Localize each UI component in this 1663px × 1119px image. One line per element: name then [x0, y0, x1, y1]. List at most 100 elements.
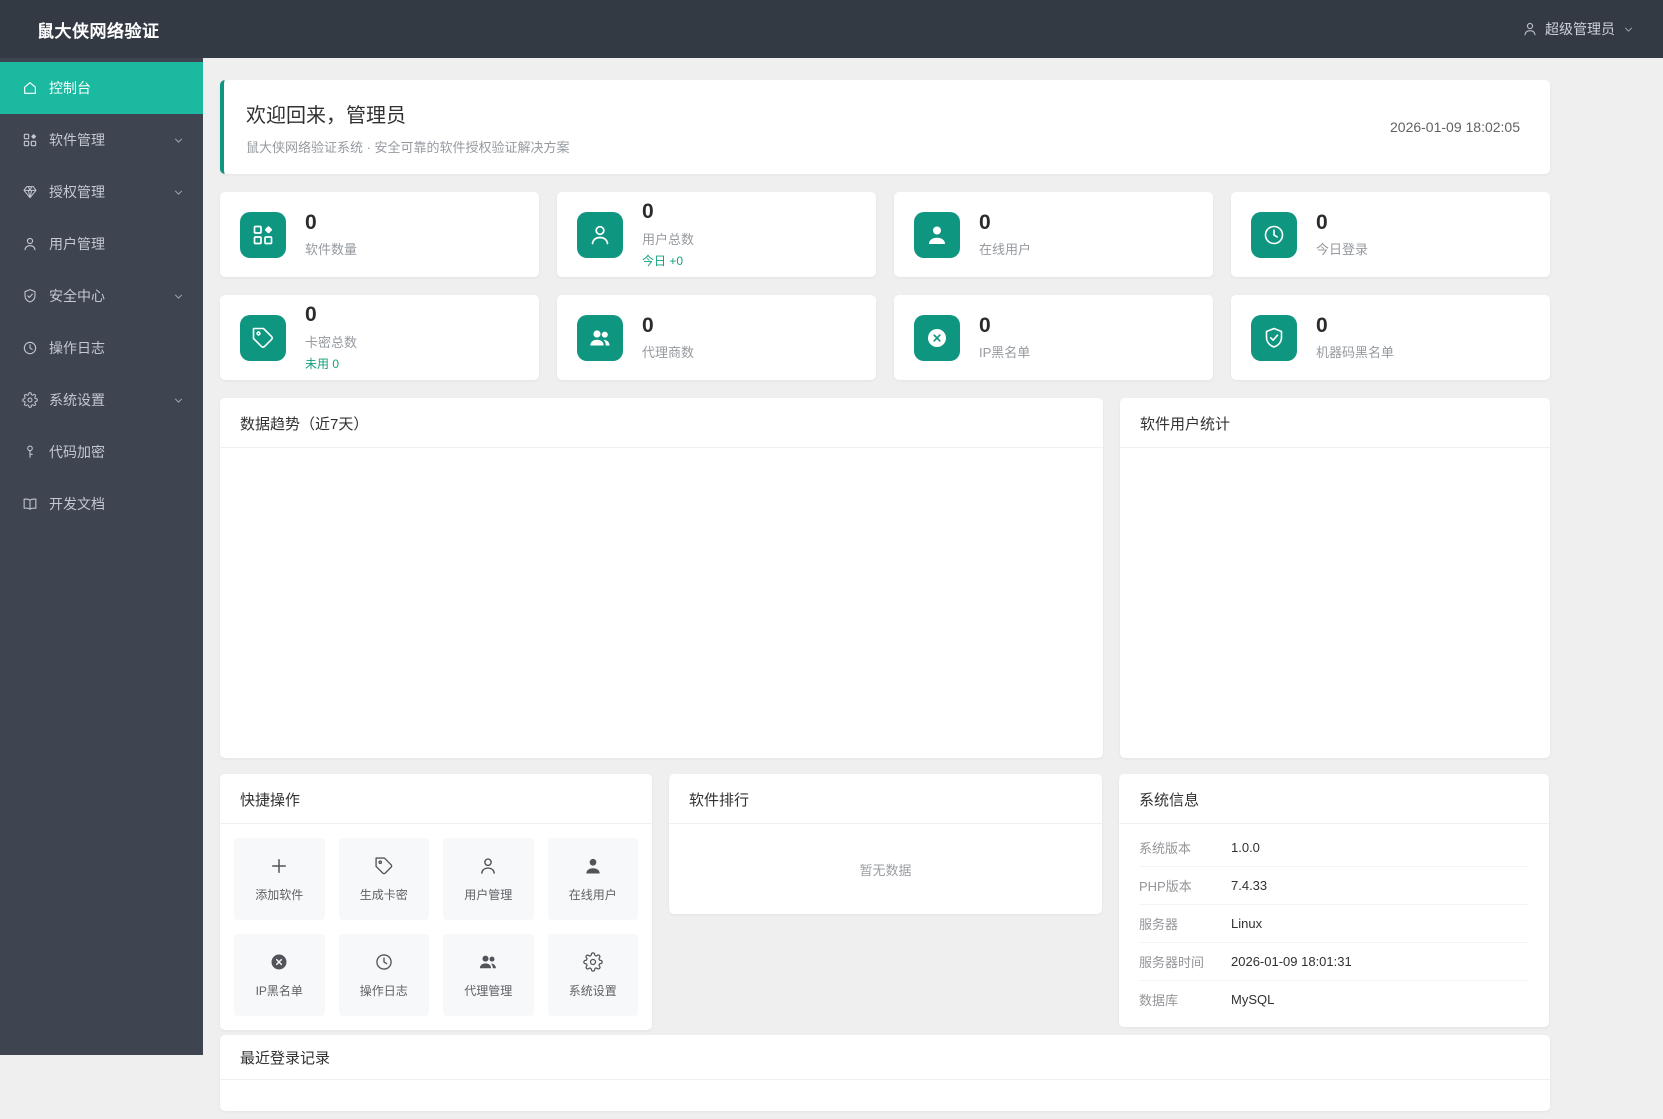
sidebar-item-software[interactable]: 软件管理: [0, 114, 203, 166]
user-menu[interactable]: 超级管理员: [1522, 19, 1663, 39]
system-info-value: MySQL: [1231, 992, 1275, 1007]
quick-actions-panel: 快捷操作 添加软件 生成卡密 用户管理 在线用户 IP黑名单 操作日志 代理管理…: [220, 774, 652, 1030]
user-icon: [588, 223, 612, 247]
sidebar-item-logs[interactable]: 操作日志: [0, 322, 203, 374]
current-timestamp: 2026-01-09 18:02:05: [1390, 119, 1520, 135]
stat-label: 卡密总数: [305, 334, 358, 350]
clock-icon: [374, 952, 394, 972]
user-icon: [1522, 21, 1538, 37]
apps-icon: [22, 132, 38, 148]
apps-icon: [251, 223, 275, 247]
stat-card-total-users: 0 用户总数 今日 +0: [557, 192, 876, 277]
clock-icon: [1262, 223, 1286, 247]
stat-icon-tile: [240, 211, 286, 258]
stat-card-card-keys: 0 卡密总数 未用 0: [220, 295, 539, 380]
shield-check-icon: [22, 288, 38, 304]
system-info-row: 数据库 MySQL: [1139, 981, 1529, 1018]
quick-action-label: 系统设置: [568, 983, 617, 998]
stat-label: IP黑名单: [979, 345, 1031, 361]
quick-action-label: 用户管理: [464, 887, 513, 902]
system-info-value: 1.0.0: [1231, 840, 1260, 855]
system-info-row: 服务器时间 2026-01-09 18:01:31: [1139, 943, 1529, 981]
sidebar-item-docs[interactable]: 开发文档: [0, 478, 203, 530]
sidebar-item-encryption[interactable]: 代码加密: [0, 426, 203, 478]
quick-action-operation-logs[interactable]: 操作日志: [338, 934, 429, 1016]
sidebar: 控制台 软件管理 授权管理 用户管理 安全中心 操作日志 系统设置 代码加密 开…: [0, 58, 203, 1055]
stat-value: 0: [979, 210, 991, 234]
gear-icon: [583, 952, 603, 972]
stat-sub-label: 今日 +0: [642, 253, 684, 268]
stat-icon-tile: [240, 314, 286, 361]
system-info-label: 服务器时间: [1139, 955, 1205, 970]
stat-value: 0: [1316, 210, 1328, 234]
user-filled-icon: [925, 223, 949, 247]
software-user-chart-panel: 软件用户统计: [1120, 398, 1550, 758]
key-icon: [22, 444, 38, 460]
chevron-down-icon: [172, 290, 185, 303]
sidebar-item-users[interactable]: 用户管理: [0, 218, 203, 270]
trend-chart-area: [220, 448, 1103, 760]
system-info-panel: 系统信息 系统版本 1.0.0 PHP版本 7.4.33 服务器 Linux 服…: [1119, 774, 1549, 1027]
stat-label: 今日登录: [1316, 242, 1369, 258]
stat-icon-tile: [1251, 314, 1297, 361]
x-circle-icon: [925, 326, 949, 350]
quick-action-user-management[interactable]: 用户管理: [443, 838, 534, 920]
trend-chart-title: 数据趋势（近7天）: [220, 398, 1103, 448]
sidebar-item-security[interactable]: 安全中心: [0, 270, 203, 322]
recent-logins-panel: 最近登录记录: [220, 1035, 1550, 1111]
stat-icon-tile: [1251, 211, 1297, 258]
system-info-label: 服务器: [1139, 917, 1179, 932]
stat-icon-tile: [914, 211, 960, 258]
stat-icon-tile: [914, 314, 960, 361]
system-info-label: 系统版本: [1139, 841, 1192, 856]
stat-value: 0: [979, 313, 991, 337]
welcome-card: 欢迎回来，管理员 鼠大侠网络验证系统 · 安全可靠的软件授权验证解决方案 202…: [220, 80, 1550, 174]
sidebar-item-dashboard[interactable]: 控制台: [0, 62, 203, 114]
quick-action-label: IP黑名单: [255, 983, 303, 998]
sidebar-item-label: 安全中心: [49, 288, 105, 304]
welcome-title: 欢迎回来，管理员: [246, 104, 406, 127]
chevron-down-icon: [172, 186, 185, 199]
quick-action-label: 操作日志: [359, 983, 408, 998]
quick-actions-grid: 添加软件 生成卡密 用户管理 在线用户 IP黑名单 操作日志 代理管理 系统设置: [220, 824, 652, 1030]
stat-label: 软件数量: [305, 242, 358, 258]
system-info-value: 2026-01-09 18:01:31: [1231, 954, 1352, 969]
stat-card-software-count: 0 软件数量: [220, 192, 539, 277]
plus-icon: [269, 856, 289, 876]
stat-card-online-users: 0 在线用户: [894, 192, 1213, 277]
software-user-chart-area: [1120, 448, 1550, 760]
shield-check-icon: [1262, 326, 1286, 350]
quick-action-ip-blacklist[interactable]: IP黑名单: [234, 934, 325, 1016]
chevron-down-icon: [1622, 23, 1635, 36]
sidebar-item-label: 系统设置: [49, 392, 105, 408]
gear-icon: [22, 392, 38, 408]
recent-logins-title: 最近登录记录: [220, 1035, 1550, 1080]
stat-value: 0: [305, 210, 317, 234]
user-icon: [478, 856, 498, 876]
empty-data-text: 暂无数据: [859, 862, 912, 878]
quick-action-agent-management[interactable]: 代理管理: [443, 934, 534, 1016]
stat-label: 在线用户: [979, 242, 1032, 258]
system-info-row: 服务器 Linux: [1139, 905, 1529, 943]
sidebar-item-settings[interactable]: 系统设置: [0, 374, 203, 426]
chevron-down-icon: [172, 134, 185, 147]
system-info-label: 数据库: [1139, 993, 1179, 1008]
software-ranking-panel: 软件排行 暂无数据: [669, 774, 1102, 914]
stat-sub-label: 未用 0: [305, 356, 340, 371]
stat-card-machine-blacklist: 0 机器码黑名单: [1231, 295, 1550, 380]
quick-action-add-software[interactable]: 添加软件: [234, 838, 325, 920]
home-icon: [22, 80, 38, 96]
software-user-chart-title: 软件用户统计: [1120, 398, 1550, 448]
stat-value: 0: [1316, 313, 1328, 337]
users-icon: [478, 952, 498, 972]
x-circle-icon: [269, 952, 289, 972]
quick-action-generate-keys[interactable]: 生成卡密: [338, 838, 429, 920]
stat-card-ip-blacklist: 0 IP黑名单: [894, 295, 1213, 380]
quick-action-online-users[interactable]: 在线用户: [547, 838, 638, 920]
stats-grid: 0 软件数量 0 用户总数 今日 +0 0 在线用户 0 今日登录 0 卡密总数未用 0 0…: [220, 192, 1550, 380]
system-info-value: Linux: [1231, 916, 1263, 931]
sidebar-item-license[interactable]: 授权管理: [0, 166, 203, 218]
sidebar-item-label: 操作日志: [49, 340, 105, 356]
sidebar-item-label: 控制台: [49, 80, 91, 96]
quick-action-system-settings[interactable]: 系统设置: [547, 934, 638, 1016]
